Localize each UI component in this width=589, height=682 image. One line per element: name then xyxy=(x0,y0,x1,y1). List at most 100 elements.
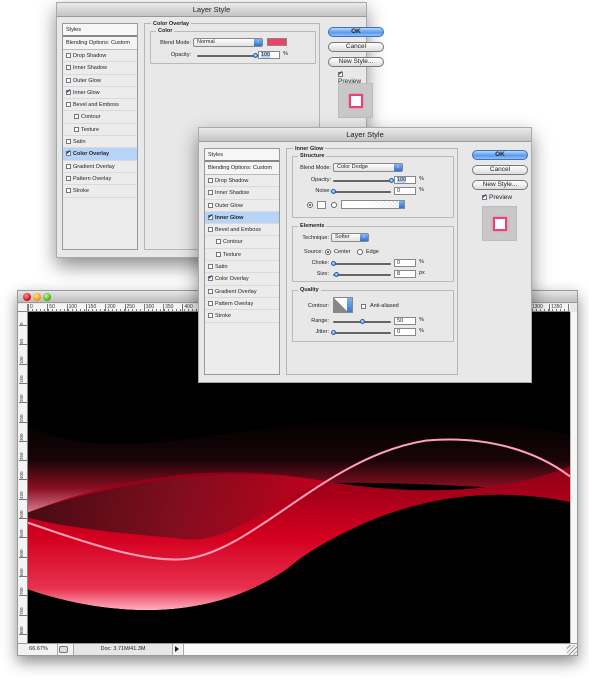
cancel-button[interactable]: Cancel xyxy=(328,42,384,52)
opacity-input[interactable]: 100 xyxy=(394,176,416,184)
range-slider[interactable] xyxy=(333,319,391,324)
slider-thumb[interactable] xyxy=(331,189,336,194)
vertical-scrollbar[interactable] xyxy=(570,312,577,643)
jitter-input[interactable]: 0 xyxy=(394,328,416,336)
slider-thumb[interactable] xyxy=(360,319,365,324)
style-item-inner-shadow[interactable]: Inner Shadow xyxy=(63,62,137,75)
style-item-texture[interactable]: Texture xyxy=(63,124,137,137)
zoom-window-button[interactable] xyxy=(43,293,51,301)
blending-options-item[interactable]: Blending Options: Custom xyxy=(63,37,137,50)
blending-options-item[interactable]: Blending Options: Custom xyxy=(205,162,279,175)
styles-header[interactable]: Styles xyxy=(205,149,279,162)
style-item-drop-shadow[interactable]: Drop Shadow xyxy=(205,175,279,188)
source-center-label[interactable]: Center xyxy=(334,249,351,255)
contour-picker[interactable] xyxy=(333,297,353,313)
slider-thumb[interactable] xyxy=(331,261,336,266)
source-edge-radio[interactable] xyxy=(357,249,363,255)
style-item-bevel-and-emboss[interactable]: Bevel and Emboss xyxy=(63,99,137,112)
jitter-slider[interactable] xyxy=(331,330,391,335)
anti-aliased-label[interactable]: Anti-aliased xyxy=(370,303,399,309)
range-input[interactable]: 50 xyxy=(394,317,416,325)
dialog-title[interactable]: Layer Style xyxy=(199,128,531,142)
checkbox-icon[interactable] xyxy=(66,163,71,169)
checkbox-icon[interactable] xyxy=(74,126,79,132)
style-item-color-overlay[interactable]: Color Overlay xyxy=(63,148,137,161)
style-item-satin[interactable]: Satin xyxy=(63,136,137,149)
style-item-drop-shadow[interactable]: Drop Shadow xyxy=(63,50,137,63)
zoom-level-field[interactable]: 66.67% xyxy=(20,644,58,655)
checkbox-checked-icon[interactable] xyxy=(338,72,343,77)
checkbox-icon[interactable] xyxy=(74,114,79,120)
style-item-stroke[interactable]: Stroke xyxy=(63,185,137,198)
horizontal-scrollbar[interactable] xyxy=(183,644,565,655)
source-edge-label[interactable]: Edge xyxy=(366,249,379,255)
blend-mode-select[interactable]: Normal ↕ xyxy=(193,38,263,47)
new-style-button[interactable]: New Style... xyxy=(328,57,384,67)
style-item-contour[interactable]: Contour xyxy=(205,236,279,249)
checkbox-icon[interactable] xyxy=(208,313,213,319)
resize-grip-icon[interactable] xyxy=(567,645,577,655)
size-slider[interactable] xyxy=(333,272,391,277)
checkbox-icon[interactable] xyxy=(66,65,71,71)
styles-header[interactable]: Styles xyxy=(63,24,137,37)
minimize-window-button[interactable] xyxy=(33,293,41,301)
status-preview-icon[interactable] xyxy=(59,646,68,653)
checkbox-checked-icon[interactable] xyxy=(66,89,71,95)
vertical-ruler[interactable]: 0 50 100 150 200 250 300 350 400 450 500 550 600 650 7… xyxy=(18,312,28,643)
style-item-satin[interactable]: Satin xyxy=(205,261,279,274)
checkbox-icon[interactable] xyxy=(216,251,221,257)
style-item-gradient-overlay[interactable]: Gradient Overlay xyxy=(205,286,279,298)
checkbox-icon[interactable] xyxy=(66,188,71,194)
checkbox-icon[interactable] xyxy=(66,139,71,145)
checkbox-checked-icon[interactable] xyxy=(208,276,213,282)
style-item-stroke[interactable]: Stroke xyxy=(205,310,279,323)
glow-color-swatch[interactable] xyxy=(317,201,326,209)
slider-thumb[interactable] xyxy=(331,330,336,335)
style-item-pattern-overlay[interactable]: Pattern Overlay xyxy=(205,298,279,311)
technique-select[interactable]: Softer ↕ xyxy=(331,233,369,242)
choke-slider[interactable] xyxy=(331,261,391,266)
cancel-button[interactable]: Cancel xyxy=(472,165,528,175)
checkbox-icon[interactable] xyxy=(208,178,213,183)
gradient-radio[interactable] xyxy=(331,202,337,208)
checkbox-checked-icon[interactable] xyxy=(66,151,71,157)
glow-gradient-picker[interactable] xyxy=(341,200,405,209)
checkbox-icon[interactable] xyxy=(66,53,71,58)
choke-input[interactable]: 0 xyxy=(394,259,416,267)
overlay-color-swatch[interactable] xyxy=(267,38,287,46)
checkbox-icon[interactable] xyxy=(208,202,213,208)
preview-checkbox[interactable]: Preview xyxy=(482,194,512,201)
opacity-slider[interactable] xyxy=(197,53,258,58)
checkbox-icon[interactable] xyxy=(66,77,71,83)
style-item-inner-shadow[interactable]: Inner Shadow xyxy=(205,187,279,200)
checkbox-icon[interactable] xyxy=(216,239,221,245)
new-style-button[interactable]: New Style... xyxy=(472,180,528,190)
noise-slider[interactable] xyxy=(331,189,391,194)
style-item-bevel-and-emboss[interactable]: Bevel and Emboss xyxy=(205,224,279,237)
style-item-pattern-overlay[interactable]: Pattern Overlay xyxy=(63,173,137,186)
style-item-outer-glow[interactable]: Outer Glow xyxy=(205,200,279,212)
style-item-inner-glow[interactable]: Inner Glow xyxy=(63,87,137,100)
opacity-slider[interactable] xyxy=(333,178,394,183)
source-center-radio[interactable] xyxy=(325,249,331,255)
checkbox-icon[interactable] xyxy=(208,227,213,233)
anti-aliased-checkbox[interactable] xyxy=(361,304,366,309)
dialog-title[interactable]: Layer Style xyxy=(57,3,366,17)
ok-button[interactable]: OK xyxy=(328,27,384,37)
style-item-contour[interactable]: Contour xyxy=(63,111,137,124)
style-item-outer-glow[interactable]: Outer Glow xyxy=(63,75,137,87)
style-item-gradient-overlay[interactable]: Gradient Overlay xyxy=(63,161,137,173)
checkbox-icon[interactable] xyxy=(208,288,213,294)
slider-thumb[interactable] xyxy=(334,272,340,277)
ok-button[interactable]: OK xyxy=(472,150,528,160)
ruler-origin[interactable] xyxy=(18,304,28,312)
checkbox-icon[interactable] xyxy=(208,264,213,270)
checkbox-checked-icon[interactable] xyxy=(482,195,487,200)
size-input[interactable]: 8 xyxy=(394,270,416,278)
close-window-button[interactable] xyxy=(23,293,31,301)
opacity-input[interactable]: 100 xyxy=(258,51,280,59)
status-menu-arrow-icon[interactable] xyxy=(175,646,179,652)
checkbox-icon[interactable] xyxy=(208,300,213,306)
checkbox-icon[interactable] xyxy=(66,102,71,108)
solid-color-radio[interactable] xyxy=(307,202,313,208)
